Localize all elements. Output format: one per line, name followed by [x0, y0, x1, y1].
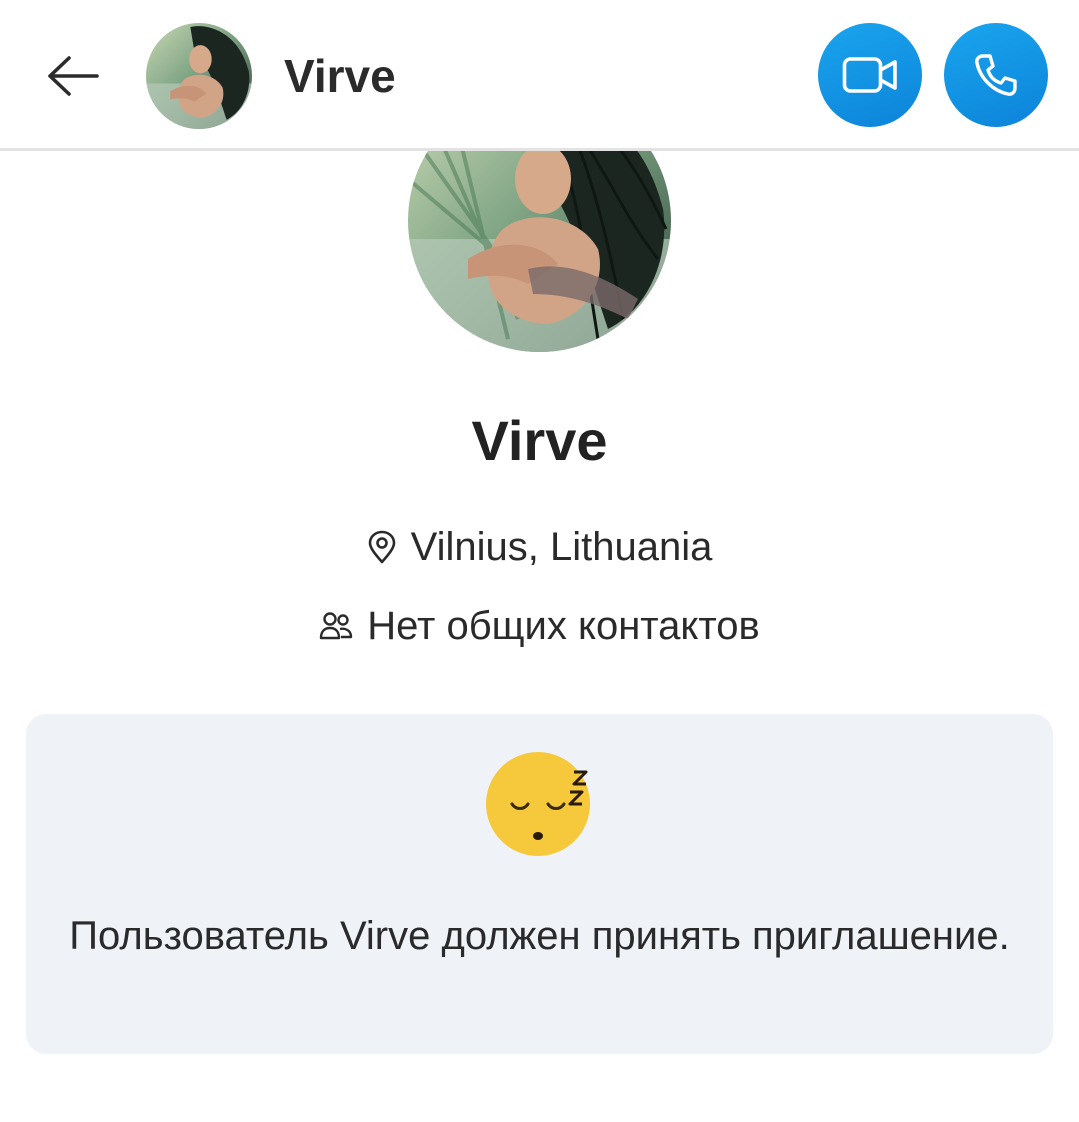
location-pin-icon: [367, 530, 397, 564]
people-icon: [319, 610, 353, 642]
profile-name: Virve: [471, 409, 608, 472]
header-avatar[interactable]: [146, 23, 252, 129]
sleeping-face-icon: [486, 750, 598, 862]
audio-call-button[interactable]: [944, 23, 1048, 127]
mutual-contacts-text: Нет общих контактов: [367, 604, 760, 648]
contact-profile-screen: Virve Virve Vilnius, Lithuania Нет общих…: [0, 0, 1079, 1122]
video-call-button[interactable]: [818, 23, 922, 127]
header-contact-name[interactable]: Virve: [284, 48, 396, 104]
back-button[interactable]: [38, 44, 108, 108]
location-row: Vilnius, Lithuania: [0, 522, 1079, 572]
invite-message: Пользователь Virve должен принять пригла…: [69, 914, 1010, 958]
header-avatar-photo: [146, 23, 252, 129]
arrow-left-icon: [48, 56, 99, 96]
top-bar: Virve: [0, 0, 1079, 151]
mutual-contacts-row: Нет общих контактов: [0, 601, 1079, 651]
location-text: Vilnius, Lithuania: [410, 525, 713, 569]
video-camera-icon: [842, 57, 897, 93]
header-divider: [0, 148, 1079, 151]
phone-icon: [975, 54, 1017, 96]
invite-pending-card: Пользователь Virve должен принять пригла…: [26, 714, 1053, 1054]
